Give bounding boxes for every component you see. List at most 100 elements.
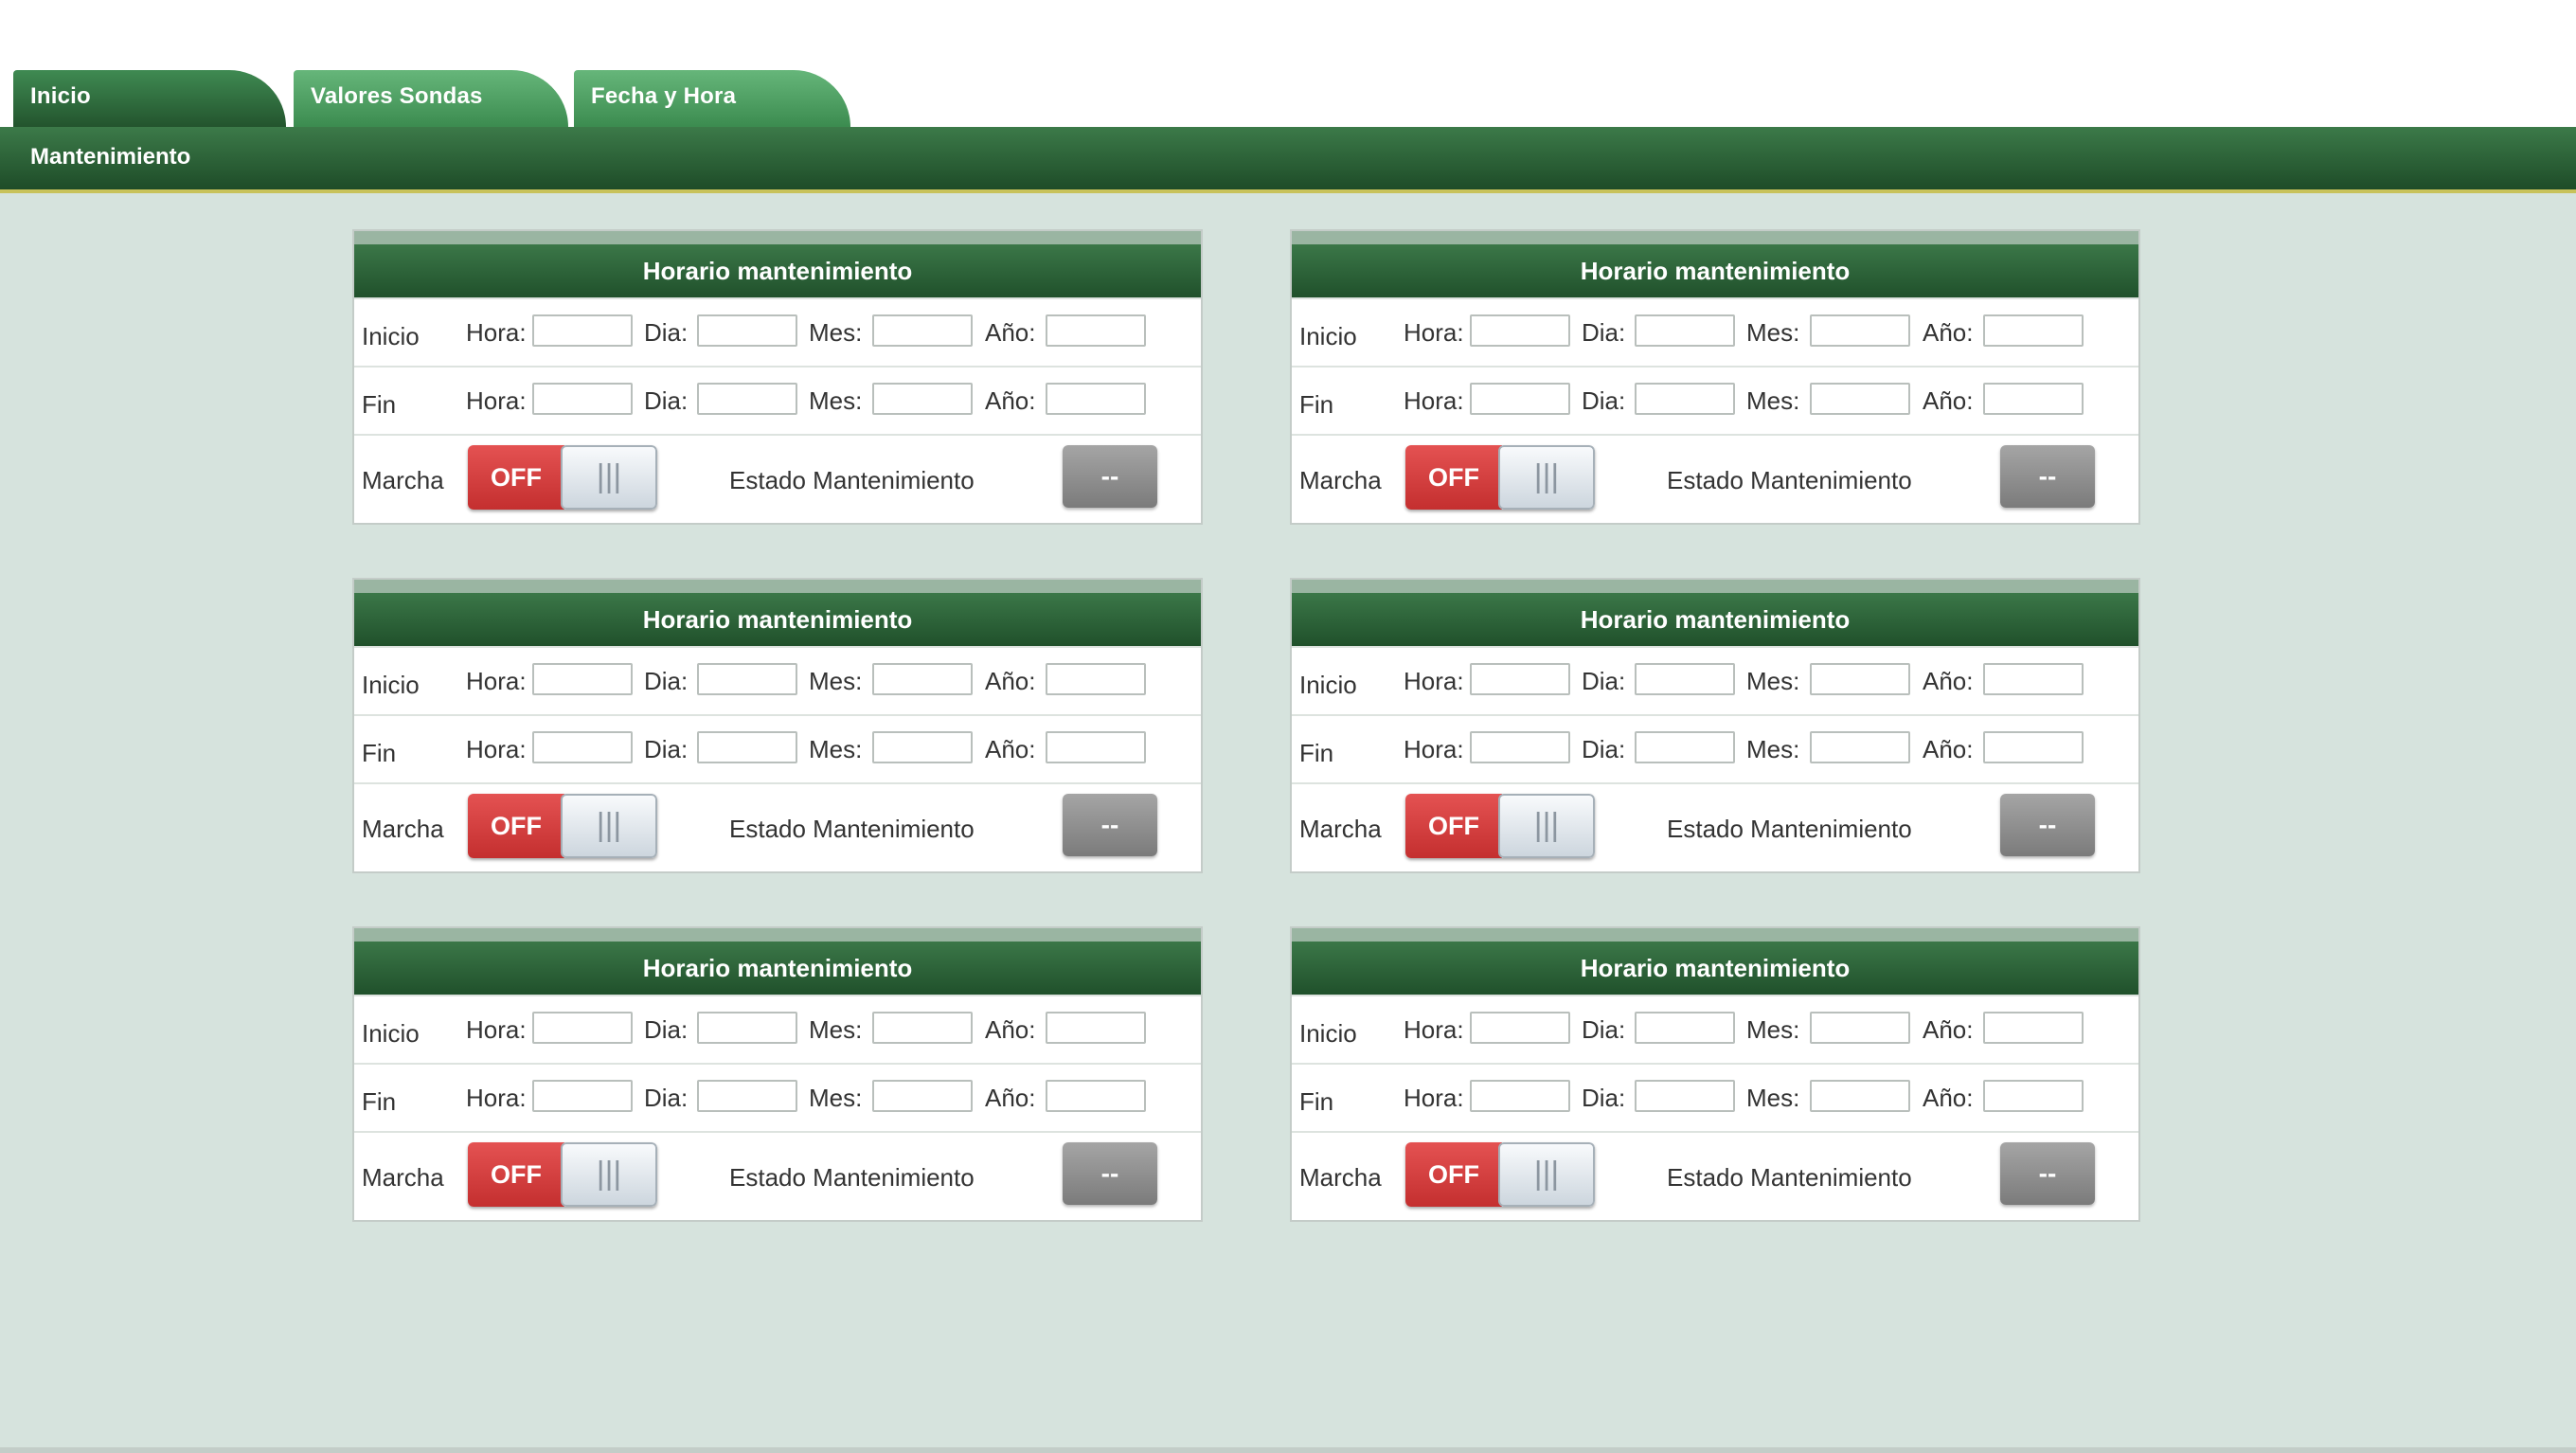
fin-mes-input[interactable] [1810, 383, 1910, 415]
inicio-mes-input[interactable] [1810, 314, 1910, 347]
estado-mantenimiento-indicator[interactable]: -- [1063, 794, 1157, 856]
estado-mantenimiento-label: Estado Mantenimiento [729, 1163, 975, 1192]
fin-dia-input[interactable] [697, 1080, 797, 1112]
dia-label: Dia: [1582, 1084, 1626, 1112]
inicio-anio-input[interactable] [1983, 663, 2084, 695]
fin-anio-input[interactable] [1046, 383, 1146, 415]
inicio-dia-input[interactable] [1635, 663, 1735, 695]
dia-label: Dia: [644, 1015, 689, 1044]
estado-mantenimiento-label: Estado Mantenimiento [729, 466, 975, 494]
marcha-toggle[interactable]: OFF ||| [1405, 794, 1595, 858]
inicio-hora-input[interactable] [532, 663, 633, 695]
fin-mes-input[interactable] [872, 1080, 973, 1112]
inicio-anio-input[interactable] [1983, 314, 2084, 347]
marcha-toggle[interactable]: OFF ||| [468, 445, 657, 510]
inicio-dia-input[interactable] [697, 1012, 797, 1044]
marcha-toggle[interactable]: OFF ||| [1405, 445, 1595, 510]
tab-inicio[interactable]: Inicio [13, 70, 286, 129]
mes-label: Mes: [809, 1015, 863, 1044]
estado-mantenimiento-indicator[interactable]: -- [2000, 794, 2095, 856]
tab-valores-sondas-label: Valores Sondas [311, 83, 483, 109]
inicio-hora-input[interactable] [1470, 314, 1570, 347]
inicio-mes-input[interactable] [1810, 1012, 1910, 1044]
row-label-marcha: Marcha [1299, 466, 1382, 494]
inicio-hora-input[interactable] [532, 314, 633, 347]
toggle-grip-icon[interactable]: ||| [561, 445, 657, 510]
fin-hora-input[interactable] [532, 731, 633, 763]
fin-anio-input[interactable] [1983, 1080, 2084, 1112]
fin-mes-input[interactable] [1810, 731, 1910, 763]
mes-label: Mes: [809, 386, 863, 415]
row-label-fin: Fin [362, 390, 397, 419]
mes-label: Mes: [1746, 1084, 1800, 1112]
fin-mes-input[interactable] [1810, 1080, 1910, 1112]
tab-valores-sondas[interactable]: Valores Sondas [294, 70, 568, 129]
fin-anio-input[interactable] [1983, 731, 2084, 763]
row-label-fin: Fin [1299, 390, 1334, 419]
section-title[interactable]: Mantenimiento [30, 144, 190, 170]
fin-dia-input[interactable] [1635, 383, 1735, 415]
row-label-inicio: Inicio [362, 322, 420, 350]
toggle-grip-icon[interactable]: ||| [561, 1142, 657, 1207]
dia-label: Dia: [1582, 318, 1626, 347]
dia-label: Dia: [644, 386, 689, 415]
tab-fecha-y-hora[interactable]: Fecha y Hora [574, 70, 850, 129]
fin-dia-input[interactable] [1635, 1080, 1735, 1112]
fin-hora-input[interactable] [532, 383, 633, 415]
fin-hora-input[interactable] [1470, 383, 1570, 415]
fin-mes-input[interactable] [872, 731, 973, 763]
dia-label: Dia: [1582, 1015, 1626, 1044]
inicio-mes-input[interactable] [872, 314, 973, 347]
toggle-grip-icon[interactable]: ||| [561, 794, 657, 858]
inicio-hora-input[interactable] [532, 1012, 633, 1044]
marcha-toggle[interactable]: OFF ||| [468, 1142, 657, 1207]
estado-mantenimiento-indicator[interactable]: -- [1063, 445, 1157, 508]
fin-dia-input[interactable] [1635, 731, 1735, 763]
inicio-hora-input[interactable] [1470, 1012, 1570, 1044]
inicio-anio-input[interactable] [1046, 1012, 1146, 1044]
fin-hora-input[interactable] [1470, 731, 1570, 763]
row-label-fin: Fin [362, 739, 397, 767]
inicio-mes-input[interactable] [1810, 663, 1910, 695]
panel-title: Horario mantenimiento [1292, 580, 2138, 648]
inicio-hora-input[interactable] [1470, 663, 1570, 695]
row-label-fin: Fin [1299, 739, 1334, 767]
panel-title: Horario mantenimiento [1292, 928, 2138, 996]
inicio-dia-input[interactable] [1635, 314, 1735, 347]
inicio-anio-input[interactable] [1046, 314, 1146, 347]
row-label-inicio: Inicio [362, 1019, 420, 1048]
inicio-dia-input[interactable] [697, 663, 797, 695]
fin-hora-input[interactable] [1470, 1080, 1570, 1112]
fin-anio-input[interactable] [1046, 1080, 1146, 1112]
marcha-toggle[interactable]: OFF ||| [1405, 1142, 1595, 1207]
dia-label: Dia: [644, 667, 689, 695]
marcha-toggle[interactable]: OFF ||| [468, 794, 657, 858]
fin-dia-input[interactable] [697, 383, 797, 415]
toggle-grip-icon[interactable]: ||| [1498, 1142, 1595, 1207]
toggle-grip-icon[interactable]: ||| [1498, 445, 1595, 510]
panel-title: Horario mantenimiento [1292, 231, 2138, 299]
inicio-dia-input[interactable] [1635, 1012, 1735, 1044]
mes-label: Mes: [1746, 318, 1800, 347]
row-label-fin: Fin [1299, 1087, 1334, 1116]
inicio-dia-input[interactable] [697, 314, 797, 347]
row-fin: Fin Hora: Dia: Mes: Año: [354, 1063, 1201, 1131]
fin-hora-input[interactable] [532, 1080, 633, 1112]
anio-label: Año: [1923, 318, 1974, 347]
estado-mantenimiento-label: Estado Mantenimiento [1667, 466, 1912, 494]
toggle-off-label: OFF [1405, 1142, 1502, 1207]
inicio-mes-input[interactable] [872, 1012, 973, 1044]
estado-mantenimiento-indicator[interactable]: -- [1063, 1142, 1157, 1205]
row-label-marcha: Marcha [362, 466, 444, 494]
inicio-anio-input[interactable] [1046, 663, 1146, 695]
fin-mes-input[interactable] [872, 383, 973, 415]
inicio-anio-input[interactable] [1983, 1012, 2084, 1044]
toggle-grip-icon[interactable]: ||| [1498, 794, 1595, 858]
fin-anio-input[interactable] [1046, 731, 1146, 763]
fin-anio-input[interactable] [1983, 383, 2084, 415]
fin-dia-input[interactable] [697, 731, 797, 763]
estado-mantenimiento-indicator[interactable]: -- [2000, 1142, 2095, 1205]
inicio-mes-input[interactable] [872, 663, 973, 695]
estado-mantenimiento-indicator[interactable]: -- [2000, 445, 2095, 508]
toggle-off-label: OFF [468, 794, 564, 858]
